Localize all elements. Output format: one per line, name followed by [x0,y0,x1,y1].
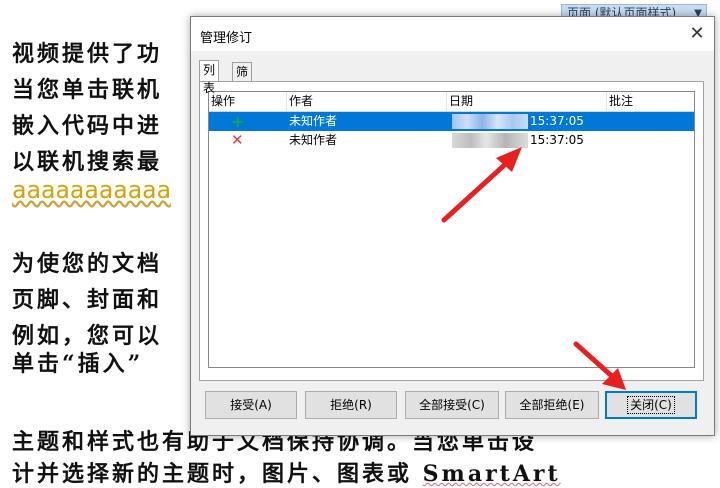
insert-icon: + [231,112,245,131]
row-time: 15:37:05 [530,133,584,147]
doc-text-line: 为使您的文档 [12,251,163,277]
doc-text-line: 嵌入代码中进 [12,113,163,139]
close-button-label: 关闭(C) [627,396,675,414]
row-time: 15:37:05 [530,114,584,128]
list-row-selected[interactable]: + 未知作者 15:37:05 [209,112,694,131]
smartart-word: SmartArt [422,461,561,487]
column-header-action[interactable]: 操作 [209,92,287,111]
doc-text-line-tracked: aaaaaaaaaaa [12,176,171,204]
doc-text-fragment: 计并选择新的主题时，图片、图表或 [12,461,423,487]
reject-all-button[interactable]: 全部拒绝(E) [505,391,599,419]
redacted-date [452,133,528,148]
close-icon[interactable]: ✕ [686,23,708,45]
changes-list[interactable]: 操作 作者 日期 批注 + 未知作者 15:37:05 ✕ 未知作者 15:37… [208,91,695,368]
row-author: 未知作者 [289,133,338,147]
doc-text-line: 视频提供了功 [12,41,163,67]
accept-button[interactable]: 接受(A) [205,391,297,419]
dialog-title: 管理修订 [200,31,253,46]
doc-text-line-last: 计并选择新的主题时，图片、图表或 SmartArt [12,456,561,488]
manage-changes-dialog: 管理修订 ✕ 列表 筛选 操作 作者 日期 批注 + 未知作者 15:37:05… [190,16,715,436]
column-header-comment[interactable]: 批注 [607,92,694,111]
redacted-date [452,114,528,129]
list-header: 操作 作者 日期 批注 [209,92,694,112]
column-header-date[interactable]: 日期 [447,92,607,111]
list-row[interactable]: ✕ 未知作者 15:37:05 [209,131,694,150]
dialog-titlebar: 管理修订 ✕ [191,17,714,51]
delete-icon: ✕ [231,131,244,149]
doc-text-line: 当您单击联机 [12,77,163,103]
doc-text-line: 页脚、封面和 [12,287,163,313]
tab-filter[interactable]: 筛选 [232,62,253,97]
tab-list[interactable]: 列表 [199,60,220,95]
accept-all-button[interactable]: 全部接受(C) [405,391,499,419]
doc-text-line: 以联机搜索最 [12,149,163,175]
reject-button[interactable]: 拒绝(R) [305,391,397,419]
close-button[interactable]: 关闭(C) [605,391,697,419]
doc-text-line: 单击“插入” [12,351,144,377]
tab-panel-list: 操作 作者 日期 批注 + 未知作者 15:37:05 ✕ 未知作者 15:37… [199,81,704,381]
row-author: 未知作者 [289,114,338,128]
column-header-author[interactable]: 作者 [287,92,447,111]
